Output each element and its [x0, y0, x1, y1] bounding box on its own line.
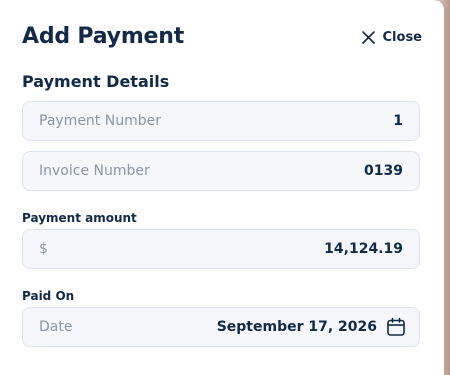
payment-number-placeholder: Payment Number: [39, 113, 161, 129]
calendar-icon[interactable]: [386, 317, 406, 337]
close-button[interactable]: Close: [361, 26, 422, 48]
date-placeholder: Date: [39, 319, 73, 335]
invoice-number-field[interactable]: Invoice Number 0139: [22, 151, 420, 191]
paid-on-date-field[interactable]: Date September 17, 2026: [22, 307, 420, 347]
date-value-group: September 17, 2026: [216, 317, 406, 337]
close-label: Close: [382, 29, 422, 45]
payment-number-field[interactable]: Payment Number 1: [22, 101, 420, 141]
section-title-payment-details: Payment Details: [22, 72, 170, 91]
currency-prefix: $: [39, 241, 48, 257]
paid-on-label: Paid On: [22, 289, 75, 303]
invoice-number-placeholder: Invoice Number: [39, 163, 150, 179]
paid-on-date-value: September 17, 2026: [216, 319, 377, 335]
payment-amount-value: 14,124.19: [324, 241, 403, 257]
add-payment-panel: Add Payment Close Payment Details Paymen…: [0, 0, 444, 375]
payment-amount-field[interactable]: $ 14,124.19: [22, 229, 420, 269]
payment-amount-label: Payment amount: [22, 211, 137, 225]
payment-number-value: 1: [393, 113, 403, 129]
invoice-number-value: 0139: [364, 163, 403, 179]
panel-header: Add Payment Close: [22, 22, 422, 52]
page-title: Add Payment: [22, 24, 185, 49]
close-icon: [361, 30, 376, 45]
